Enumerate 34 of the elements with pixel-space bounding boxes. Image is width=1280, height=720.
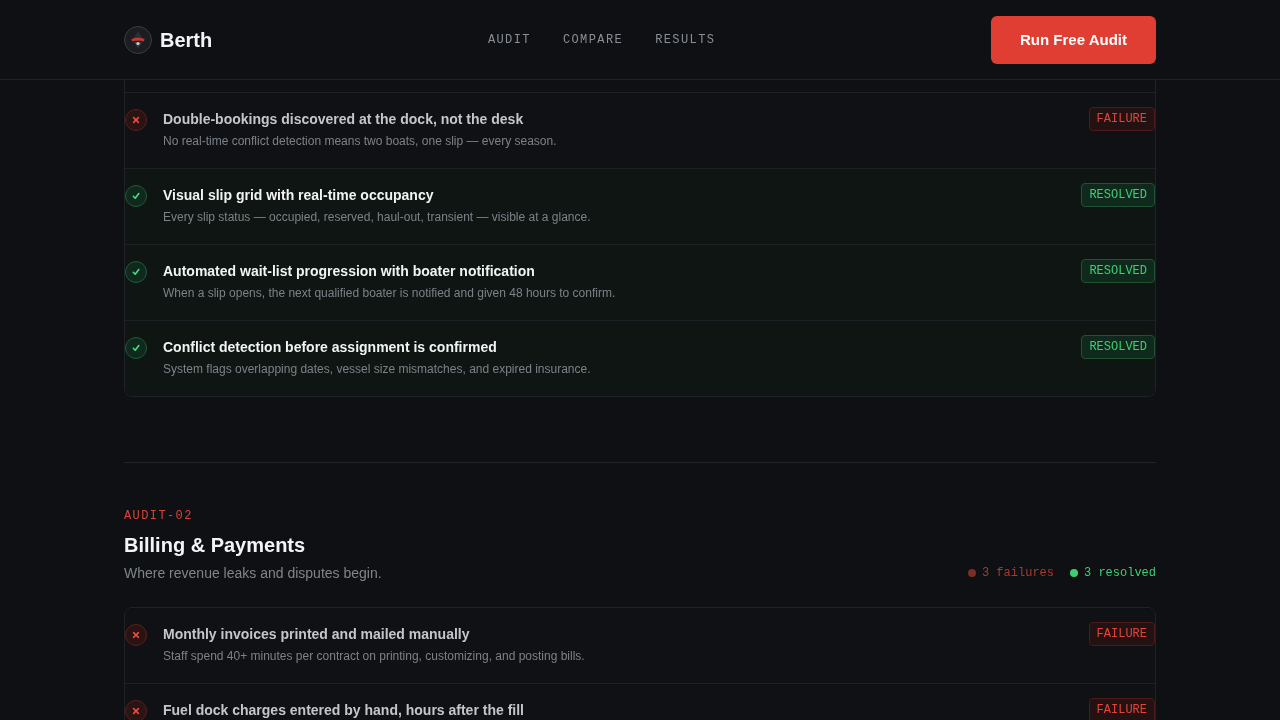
status-badge: FAILURE — [1088, 107, 1155, 131]
nav-link[interactable]: COMPARE — [562, 32, 624, 47]
item-title: Fuel dock charges entered by hand, hours after the fill — [163, 701, 525, 720]
item-description: Staff spend 40+ minutes per contract on printing, customizing, and posting bills. — [163, 648, 586, 664]
item-description: System flags overlapping dates, vessel size mismatches, and expired insurance. — [163, 361, 592, 377]
item-title: Automated wait-list progression with boater notification — [163, 262, 536, 281]
item-title: Monthly invoices printed and mailed manually — [163, 625, 471, 644]
item-title: Double-bookings discovered at the dock, not the desk — [163, 110, 525, 129]
check-icon — [125, 337, 147, 359]
count-label: 3 resolved — [1084, 565, 1156, 581]
section-subtitle: Where revenue leaks and disputes begin. — [124, 564, 382, 583]
status-badge: RESOLVED — [1081, 183, 1155, 207]
check-icon — [125, 261, 147, 283]
count-label: 3 failures — [981, 565, 1054, 581]
logo-icon — [124, 25, 152, 54]
section-code: AUDIT-02 — [124, 508, 194, 524]
status-badge: RESOLVED — [1081, 335, 1155, 359]
item-title: Visual slip grid with real-time occupancy — [163, 186, 435, 205]
item-description: No real-time conflict detection means two boats, one slip — every season. — [163, 133, 558, 149]
item-description: When a slip opens, the next qualified boater is notified and given 48 hours to confirm. — [163, 285, 617, 301]
check-icon — [125, 185, 147, 207]
nav-link[interactable]: RESULTS — [655, 32, 716, 47]
section-title: Billing & Payments — [124, 533, 307, 558]
cross-icon — [125, 700, 147, 720]
nav-link[interactable]: AUDIT — [487, 32, 531, 47]
cross-icon — [125, 624, 147, 646]
status-badge: FAILURE — [1088, 698, 1155, 720]
item-description: Every slip status — occupied, reserved, haul-out, transient — visible at a glance. — [163, 209, 592, 225]
run-audit-button[interactable]: Run Free Audit — [991, 15, 1156, 64]
status-badge: RESOLVED — [1081, 259, 1155, 283]
brand-name: Berth — [160, 27, 213, 52]
item-title: Conflict detection before assignment is confirmed — [163, 338, 498, 357]
cross-icon — [125, 109, 147, 131]
status-badge: FAILURE — [1088, 622, 1155, 646]
